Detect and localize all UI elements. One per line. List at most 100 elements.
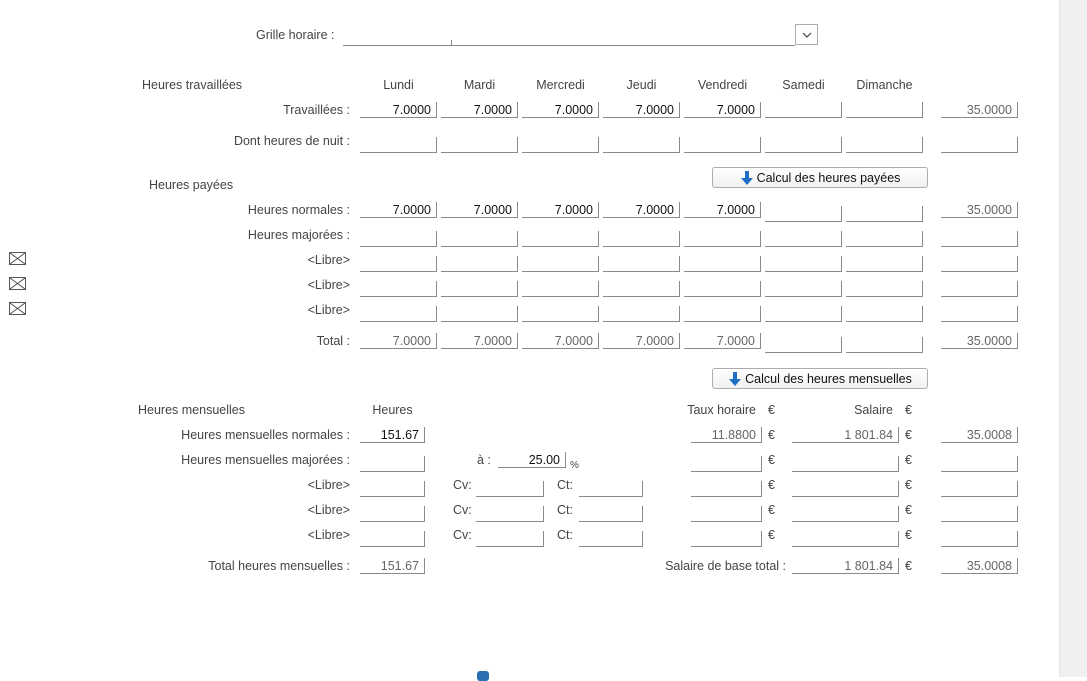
normales-mercredi-field[interactable]: 7.0000 [522,202,599,218]
mensuelles-libre2-ct-field[interactable] [579,506,643,522]
mensuelles-majorees-taux-field[interactable] [691,456,762,472]
normales-mardi-field[interactable]: 7.0000 [441,202,518,218]
calcul-heures-mensuelles-button[interactable]: Calcul des heures mensuelles [712,368,928,389]
normales-jeudi-field[interactable]: 7.0000 [603,202,680,218]
majorees-mardi-field[interactable] [441,231,518,247]
mensuelles-libre1-cv-field[interactable] [476,481,544,497]
total-total-field: 35.0000 [941,333,1018,349]
majorees-vendredi-field[interactable] [684,231,761,247]
heures-travaillees-section-title: Heures travaillées [142,78,243,92]
currency-euro: € [768,503,775,517]
nuit-samedi-field[interactable] [765,137,842,153]
libre1-lundi-field[interactable] [360,256,437,272]
libre2-vendredi-field[interactable] [684,281,761,297]
libre3-mercredi-field[interactable] [522,306,599,322]
total-heures-mensuelles-field: 151.67 [360,558,425,574]
travaillees-jeudi-field[interactable]: 7.0000 [603,102,680,118]
libre1-vendredi-field[interactable] [684,256,761,272]
libre2-mercredi-field[interactable] [522,281,599,297]
normales-samedi-field[interactable] [765,206,842,222]
majoration-rate-field[interactable]: 25.00 [498,452,566,468]
majorees-lundi-field[interactable] [360,231,437,247]
mensuelles-normales-taux-field[interactable]: 11.8800 [691,427,762,443]
day-header-mardi: Mardi [463,78,496,92]
row-label-total: Total : [316,334,350,348]
nuit-jeudi-field[interactable] [603,137,680,153]
mensuelles-normales-heures-field[interactable]: 151.67 [360,427,425,443]
majorees-mercredi-field[interactable] [522,231,599,247]
day-header-jeudi: Jeudi [626,78,657,92]
nuit-vendredi-field[interactable] [684,137,761,153]
libre3-lundi-field[interactable] [360,306,437,322]
libre2-samedi-field[interactable] [765,281,842,297]
mensuelles-libre1-taux-field[interactable] [691,481,762,497]
travaillees-vendredi-field[interactable]: 7.0000 [684,102,761,118]
row-label-mensuelles-normales: Heures mensuelles normales : [181,428,350,442]
mensuelles-libre3-heures-field[interactable] [360,531,425,547]
vertical-scrollbar[interactable] [1059,0,1087,677]
mensuelles-libre2-taux-field[interactable] [691,506,762,522]
normales-vendredi-field[interactable]: 7.0000 [684,202,761,218]
nuit-lundi-field[interactable] [360,137,437,153]
nuit-mercredi-field[interactable] [522,137,599,153]
mensuelles-libre3-salaire-field [792,531,899,547]
mensuelles-libre1-ct-field[interactable] [579,481,643,497]
day-header-vendredi: Vendredi [697,78,748,92]
libre1-samedi-field[interactable] [765,256,842,272]
normales-lundi-field[interactable]: 7.0000 [360,202,437,218]
mensuelles-libre2-cv-field[interactable] [476,506,544,522]
col-header-salaire: Salaire [854,403,893,417]
mensuelles-libre3-ct-field[interactable] [579,531,643,547]
nuit-total-field [941,137,1018,153]
cv-label: Cv: [453,478,472,492]
mensuelles-libre3-taux-field[interactable] [691,531,762,547]
a-label: à : [477,453,491,467]
majorees-samedi-field[interactable] [765,231,842,247]
majorees-jeudi-field[interactable] [603,231,680,247]
grille-horaire-dropdown-button[interactable] [795,24,818,45]
row-label-mensuelles-libre-2: <Libre> [307,503,350,517]
libre3-mardi-field[interactable] [441,306,518,322]
salaire-base-total-field: 1 801.84 [792,558,899,574]
ct-label: Ct: [557,478,573,492]
envelope-icon[interactable] [9,252,26,265]
libre3-samedi-field[interactable] [765,306,842,322]
grille-horaire-combo[interactable] [343,28,795,46]
mensuelles-libre2-heures-field[interactable] [360,506,425,522]
nuit-dimanche-field[interactable] [846,137,923,153]
libre1-mardi-field[interactable] [441,256,518,272]
total-dimanche-field [846,337,923,353]
travaillees-dimanche-field[interactable] [846,102,923,118]
travaillees-samedi-field[interactable] [765,102,842,118]
libre2-lundi-field[interactable] [360,281,437,297]
libre3-jeudi-field[interactable] [603,306,680,322]
libre2-jeudi-field[interactable] [603,281,680,297]
mensuelles-majorees-heures-field[interactable] [360,456,425,472]
envelope-icon[interactable] [9,277,26,290]
majorees-dimanche-field[interactable] [846,231,923,247]
libre1-mercredi-field[interactable] [522,256,599,272]
day-header-mercredi: Mercredi [536,78,585,92]
libre1-dimanche-field[interactable] [846,256,923,272]
libre2-mardi-field[interactable] [441,281,518,297]
envelope-icon[interactable] [9,302,26,315]
mensuelles-libre2-salaire-field [792,506,899,522]
calcul-heures-payees-button[interactable]: Calcul des heures payées [712,167,928,188]
libre3-vendredi-field[interactable] [684,306,761,322]
salaire-base-total-label: Salaire de base total : [665,559,786,573]
currency-euro-salaire-header: € [905,403,912,417]
libre2-dimanche-field[interactable] [846,281,923,297]
mensuelles-libre1-heures-field[interactable] [360,481,425,497]
mensuelles-libre3-cv-field[interactable] [476,531,544,547]
day-header-lundi: Lundi [383,78,414,92]
libre3-dimanche-field[interactable] [846,306,923,322]
heures-mensuelles-section-title: Heures mensuelles [138,403,245,417]
travaillees-mardi-field[interactable]: 7.0000 [441,102,518,118]
libre1-jeudi-field[interactable] [603,256,680,272]
travaillees-mercredi-field[interactable]: 7.0000 [522,102,599,118]
total-mardi-field: 7.0000 [441,333,518,349]
normales-dimanche-field[interactable] [846,206,923,222]
travaillees-lundi-field[interactable]: 7.0000 [360,102,437,118]
nuit-mardi-field[interactable] [441,137,518,153]
salaire-base-right-field: 35.0008 [941,558,1018,574]
